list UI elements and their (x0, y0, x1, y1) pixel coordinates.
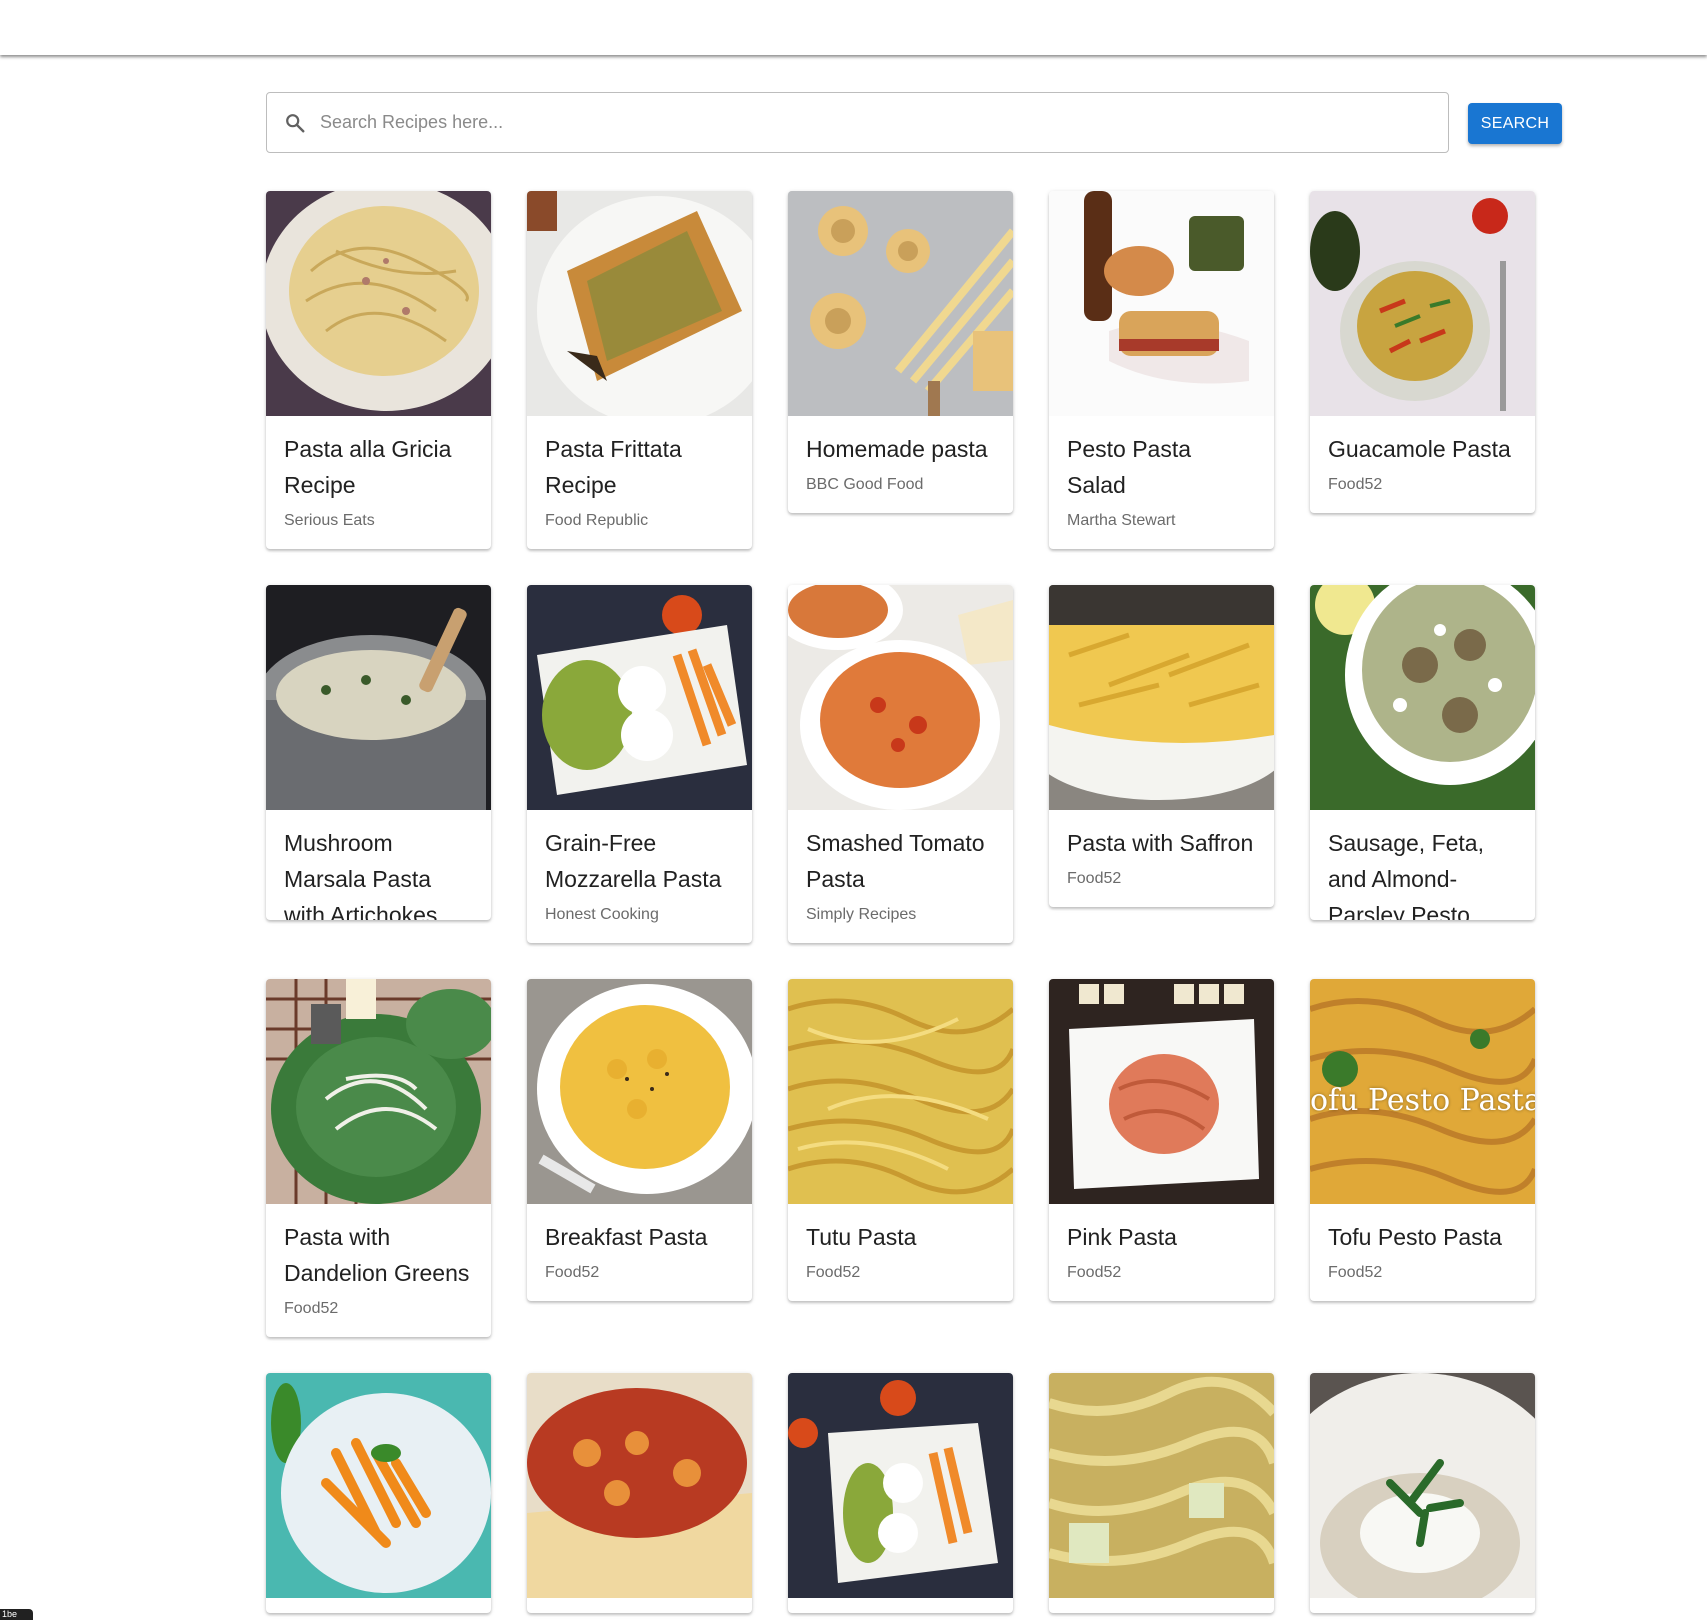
recipe-image (1049, 1373, 1274, 1598)
recipe-source: Food52 (284, 1300, 339, 1317)
recipe-source: Honest Cooking (545, 906, 659, 923)
card-body: Pasta alla Gricia Recipe Serious Eats (266, 416, 491, 549)
recipe-title: Pink Pasta (1067, 1224, 1177, 1250)
recipe-card[interactable]: Tutu Pasta Food52 (788, 979, 1013, 1301)
recipe-title: Tofu Pesto Pasta (1328, 1224, 1502, 1250)
recipe-card[interactable]: Mushroom Marsala Pasta with Artichokes (266, 585, 491, 920)
recipe-image (1049, 979, 1274, 1204)
recipe-source: Food52 (1067, 870, 1122, 887)
recipe-card[interactable]: Homemade pasta BBC Good Food (788, 191, 1013, 513)
recipe-card[interactable]: Pesto Pasta Salad Martha Stewart (1049, 191, 1274, 549)
recipe-title: Pesto Pasta Salad (1067, 436, 1192, 498)
search-bar[interactable] (266, 92, 1449, 153)
card-body: Pasta Frittata Recipe Food Republic (527, 416, 752, 549)
recipe-card[interactable] (527, 1373, 752, 1613)
recipe-title: Breakfast Pasta (545, 1224, 708, 1250)
recipe-image (266, 1373, 491, 1598)
recipe-title: Pasta with Dandelion Greens (284, 1224, 470, 1286)
recipe-source: Serious Eats (284, 512, 375, 529)
recipe-source: Food52 (1328, 1264, 1383, 1281)
recipe-source: Martha Stewart (1067, 512, 1176, 529)
recipe-title: Guacamole Pasta (1328, 436, 1511, 462)
recipe-image (1310, 191, 1535, 416)
image-overlay-text: ofu Pesto Pasta (1310, 1083, 1535, 1118)
recipe-image (788, 585, 1013, 810)
card-body: Sausage, Feta, and Almond-Parsley Pesto (1310, 810, 1535, 920)
recipe-source: Food52 (806, 1264, 861, 1281)
search-input[interactable] (318, 111, 1448, 134)
recipe-grid: Pasta alla Gricia Recipe Serious Eats Pa… (266, 191, 1535, 1613)
card-body: Pesto Pasta Salad Martha Stewart (1049, 416, 1274, 549)
recipe-card[interactable] (266, 1373, 491, 1613)
recipe-image (527, 191, 752, 416)
recipe-title: Tutu Pasta (806, 1224, 917, 1250)
recipe-image (1049, 191, 1274, 416)
recipe-source: Food Republic (545, 512, 649, 529)
search-button[interactable]: SEARCH (1468, 103, 1562, 144)
card-body: Grain-Free Mozzarella Pasta Honest Cooki… (527, 810, 752, 943)
status-chip: 1be (0, 1609, 33, 1620)
recipe-card[interactable] (1310, 1373, 1535, 1613)
recipe-card[interactable]: Pasta alla Gricia Recipe Serious Eats (266, 191, 491, 549)
recipe-image (527, 585, 752, 810)
recipe-image (527, 979, 752, 1204)
recipe-image (1310, 585, 1535, 810)
recipe-title: Sausage, Feta, and Almond-Parsley Pesto (1328, 830, 1484, 920)
recipe-title: Pasta alla Gricia Recipe (284, 436, 452, 498)
card-body: Pasta with Dandelion Greens Food52 (266, 1204, 491, 1337)
recipe-image (266, 979, 491, 1204)
recipe-card[interactable]: Guacamole Pasta Food52 (1310, 191, 1535, 513)
card-body: Breakfast Pasta Food52 (527, 1204, 752, 1301)
recipe-image (266, 585, 491, 810)
card-body: Smashed Tomato Pasta Simply Recipes (788, 810, 1013, 943)
recipe-source: BBC Good Food (806, 476, 924, 493)
recipe-image (266, 191, 491, 416)
recipe-image: ofu Pesto Pasta (1310, 979, 1535, 1204)
card-body: Mushroom Marsala Pasta with Artichokes (266, 810, 491, 920)
card-body: Tutu Pasta Food52 (788, 1204, 1013, 1301)
recipe-image (788, 1373, 1013, 1598)
recipe-card[interactable] (788, 1373, 1013, 1613)
search-icon (284, 112, 306, 134)
recipe-title: Pasta Frittata Recipe (545, 436, 682, 498)
recipe-card[interactable] (1049, 1373, 1274, 1613)
card-body: Guacamole Pasta Food52 (1310, 416, 1535, 513)
recipe-card[interactable]: Pasta with Saffron Food52 (1049, 585, 1274, 907)
recipe-title: Grain-Free Mozzarella Pasta (545, 830, 722, 892)
recipe-title: Homemade pasta (806, 436, 988, 462)
recipe-card[interactable]: Breakfast Pasta Food52 (527, 979, 752, 1301)
card-body: Pink Pasta Food52 (1049, 1204, 1274, 1301)
recipe-source: Simply Recipes (806, 906, 917, 923)
recipe-title: Smashed Tomato Pasta (806, 830, 985, 892)
recipe-source: Food52 (1067, 1264, 1122, 1281)
recipe-image (1310, 1373, 1535, 1598)
recipe-card[interactable]: Smashed Tomato Pasta Simply Recipes (788, 585, 1013, 943)
recipe-card[interactable]: ofu Pesto Pasta Tofu Pesto Pasta Food52 (1310, 979, 1535, 1301)
recipe-image (527, 1373, 752, 1598)
card-body: Pasta with Saffron Food52 (1049, 810, 1274, 907)
recipe-card[interactable]: Grain-Free Mozzarella Pasta Honest Cooki… (527, 585, 752, 943)
recipe-image (1049, 585, 1274, 810)
recipe-card[interactable]: Pasta with Dandelion Greens Food52 (266, 979, 491, 1337)
recipe-card[interactable]: Pink Pasta Food52 (1049, 979, 1274, 1301)
recipe-title: Mushroom Marsala Pasta with Artichokes (284, 830, 438, 920)
recipe-card[interactable]: Sausage, Feta, and Almond-Parsley Pesto (1310, 585, 1535, 920)
recipe-image (788, 191, 1013, 416)
recipe-card[interactable]: Pasta Frittata Recipe Food Republic (527, 191, 752, 549)
recipe-source: Food52 (1328, 476, 1383, 493)
recipe-title: Pasta with Saffron (1067, 830, 1254, 856)
card-body: Homemade pasta BBC Good Food (788, 416, 1013, 513)
app-bar (0, 0, 1707, 55)
recipe-source: Food52 (545, 1264, 600, 1281)
recipe-image (788, 979, 1013, 1204)
card-body: Tofu Pesto Pasta Food52 (1310, 1204, 1535, 1301)
